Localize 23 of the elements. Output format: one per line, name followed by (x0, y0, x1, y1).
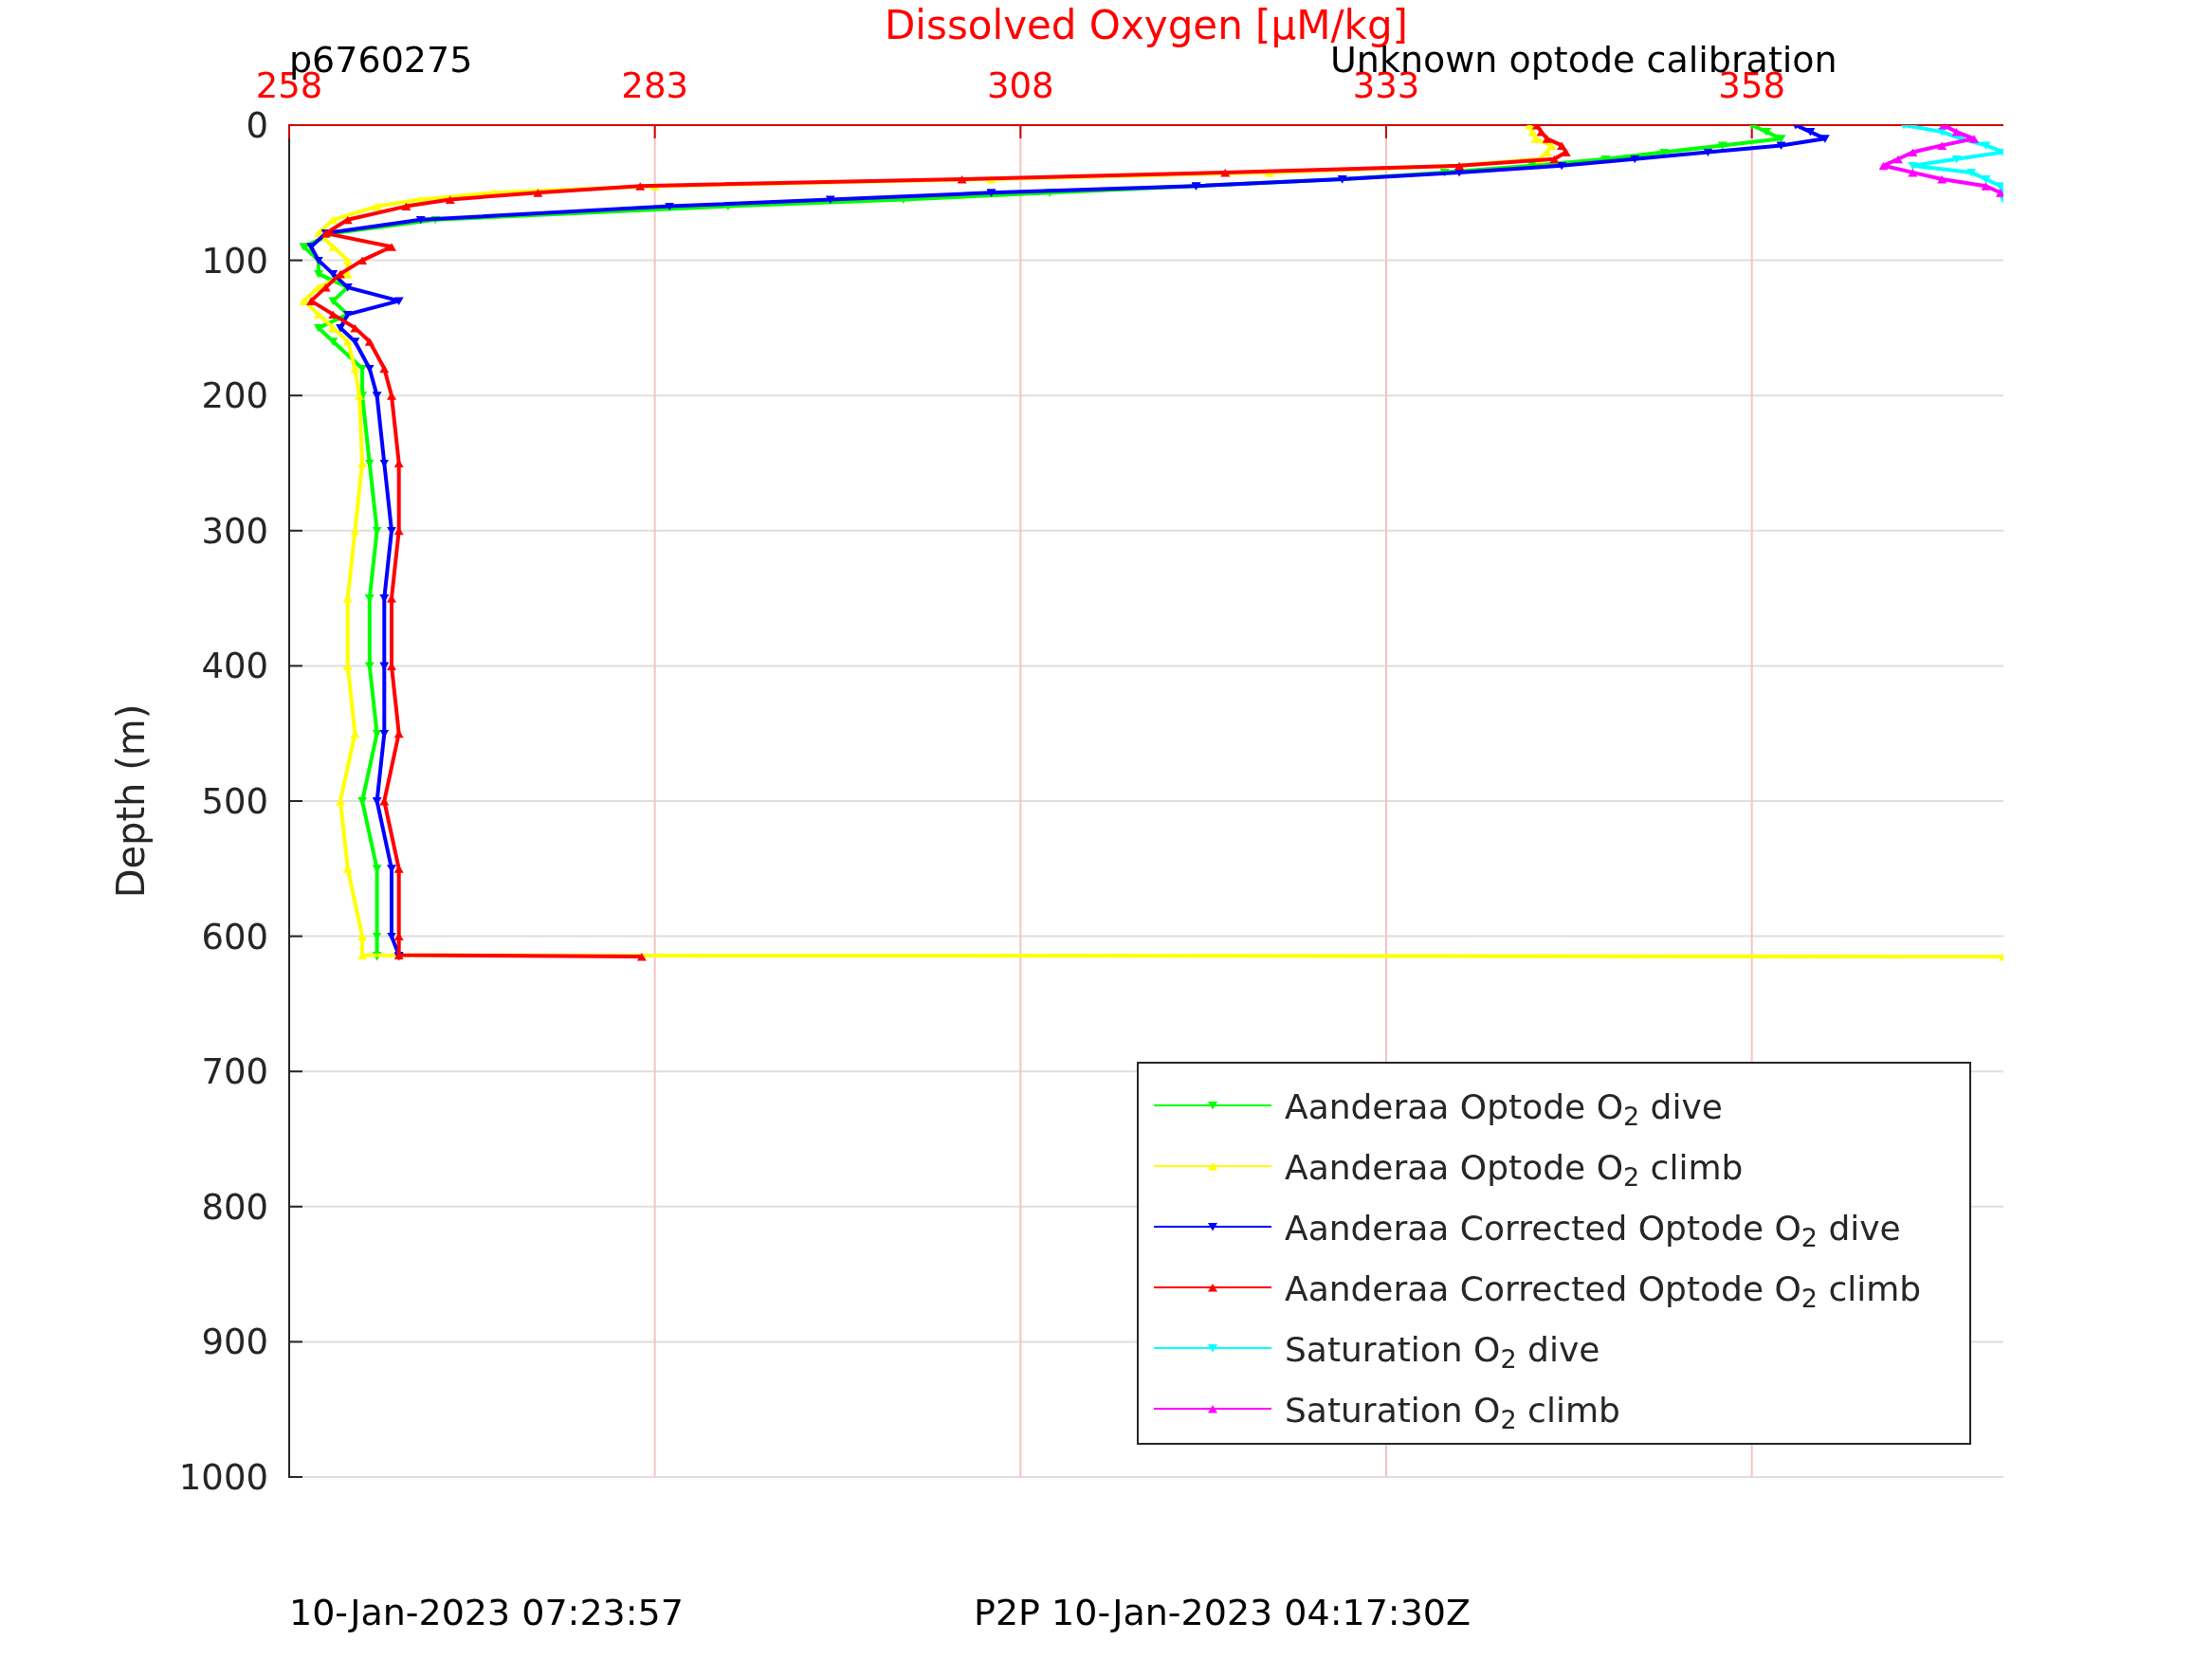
timestamp: 10-Jan-2023 07:23:57 (289, 1595, 684, 1631)
legend-label: Saturation O$_{2}$ dive (1285, 1329, 1600, 1376)
axis-tick-label: 700 (201, 1051, 268, 1093)
legend-label: Aanderaa Corrected Optode O$_{2}$ climb (1285, 1268, 1922, 1315)
legend-label: Aanderaa Corrected Optode O$_{2}$ dive (1285, 1208, 1901, 1254)
legend-label: Saturation O$_{2}$ climb (1285, 1390, 1620, 1436)
legend-label: Aanderaa Optode O$_{2}$ climb (1285, 1147, 1744, 1194)
axis-tick-label: 1000 (178, 1457, 268, 1498)
axis-title: Depth (m) (109, 703, 153, 899)
axis-tick-label: 400 (201, 646, 268, 687)
axis-tick-label: 308 (987, 65, 1054, 106)
legend-label: Aanderaa Optode O$_{2}$ dive (1285, 1086, 1723, 1133)
axis-tick-label: 600 (201, 916, 268, 957)
axis-tick-label: 900 (201, 1322, 268, 1363)
axis-tick-label: 100 (201, 240, 268, 282)
timestamp: P2P 10-Jan-2023 04:17:30Z (974, 1595, 1472, 1631)
axis-tick-label: 800 (201, 1186, 268, 1228)
chart-title: Dissolved Oxygen [μM/kg] (884, 6, 1408, 46)
axis-tick-label: 200 (201, 375, 268, 417)
axis-tick-label: 500 (201, 781, 268, 822)
axis-tick-label: 300 (201, 510, 268, 552)
axis-tick-label: 0 (246, 105, 268, 146)
axis-tick-label: 283 (621, 65, 688, 106)
